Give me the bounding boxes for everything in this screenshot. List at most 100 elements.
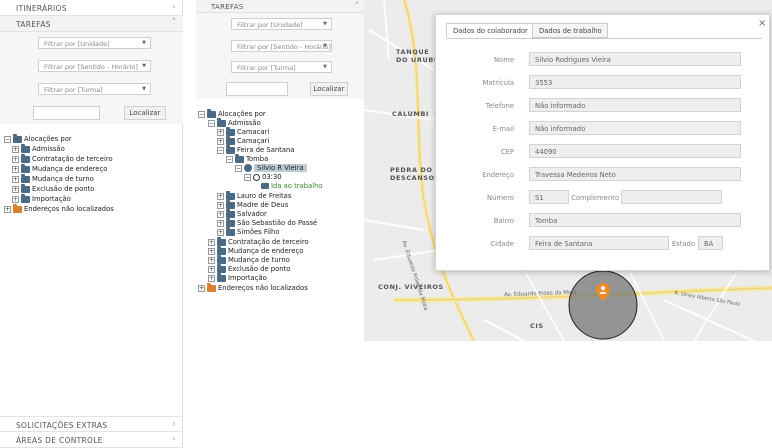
expand-icon[interactable]: +: [208, 238, 215, 246]
mid-tree-simoes[interactable]: + Simões Filho: [217, 226, 280, 237]
expand-icon[interactable]: +: [208, 265, 215, 273]
expand-icon[interactable]: +: [4, 205, 11, 213]
filter-turma-select[interactable]: Filtrar por [Turma] ▼: [38, 83, 151, 95]
dropdown-arrow-icon: ▼: [142, 86, 146, 92]
folder-icon: [21, 153, 30, 163]
field-cidade[interactable]: Feira de Santana: [529, 236, 669, 250]
expand-icon[interactable]: +: [198, 284, 205, 292]
localizar-button[interactable]: Localizar: [124, 106, 166, 120]
close-icon[interactable]: ×: [758, 18, 766, 29]
mid-filter-sentido-select[interactable]: Filtrar por [Sentido - Horário] ▼: [231, 40, 332, 52]
mid-tree-importacao[interactable]: + Importação: [208, 272, 267, 283]
accordion-areas-label: ÁREAS DE CONTROLE: [16, 436, 103, 445]
label-email: E-mail: [492, 125, 514, 133]
mid-tree-trip[interactable]: Ida ao trabalho: [261, 181, 323, 191]
mid-filter-sentido-text: Filtrar por [Sentido - Horário]: [237, 43, 331, 51]
collapse-icon[interactable]: −: [226, 155, 233, 163]
tree-label: Exclusão de ponto: [32, 185, 95, 193]
filter-sentido-select[interactable]: Filtrar por [Sentido - Horário] ▼: [38, 60, 151, 72]
folder-icon: [226, 226, 235, 236]
collapse-icon[interactable]: −: [235, 164, 242, 172]
field-email[interactable]: Não informado: [529, 121, 741, 135]
map-label-do-urubu: DO URUBU: [396, 56, 440, 64]
mid-accordion-tarefas[interactable]: TAREFAS ˆ: [196, 0, 366, 13]
collapse-icon[interactable]: −: [4, 135, 11, 143]
filter-turma-text: Filtrar por [Turma]: [44, 86, 103, 94]
tab-dados-colaborador[interactable]: Dados do colaborador: [446, 23, 534, 38]
folder-icon: [217, 263, 226, 273]
expand-icon[interactable]: +: [208, 247, 215, 255]
expand-icon[interactable]: +: [208, 256, 215, 264]
collapse-icon[interactable]: −: [244, 173, 251, 181]
expand-icon[interactable]: +: [12, 155, 19, 163]
map-label-cis: CIS: [530, 322, 544, 330]
tree-item-nao-localizados[interactable]: + Endereços não localizados: [4, 203, 114, 214]
collapse-icon[interactable]: −: [198, 110, 205, 118]
field-matricula[interactable]: 3553: [529, 75, 741, 89]
tree-item-importacao[interactable]: + Importação: [12, 193, 71, 204]
mid-filter-turma-select[interactable]: Filtrar por [Turma] ▼: [231, 61, 332, 73]
field-numero[interactable]: S1: [529, 190, 569, 204]
expand-icon[interactable]: +: [217, 192, 224, 200]
field-cep[interactable]: 44090: [529, 144, 741, 158]
collapse-icon[interactable]: −: [208, 119, 215, 127]
mid-search-input[interactable]: [226, 82, 288, 96]
label-cidade: Cidade: [490, 240, 514, 248]
expand-icon[interactable]: +: [12, 175, 19, 183]
tab-dados-trabalho[interactable]: Dados de trabalho: [532, 23, 608, 38]
tree-item-mudanca-turno[interactable]: + Mudança de turno: [12, 173, 94, 184]
mid-filter-unidade-select[interactable]: Filtrar por [Unidade] ▼: [231, 18, 332, 30]
field-nome[interactable]: Silvio Rodrigues Vieira: [529, 52, 741, 66]
field-bairro[interactable]: Tomba: [529, 213, 741, 227]
field-telefone[interactable]: Não informado: [529, 98, 741, 112]
folder-icon: [235, 153, 244, 163]
folder-icon: [21, 173, 30, 183]
accordion-solicitacoes[interactable]: SOLICITAÇÕES EXTRAS ›: [0, 416, 183, 432]
expand-icon[interactable]: +: [12, 165, 19, 173]
dropdown-arrow-icon: ▼: [323, 21, 327, 27]
tree-label: Camaçari: [237, 137, 270, 145]
map-marker-icon[interactable]: [596, 283, 610, 301]
expand-icon[interactable]: +: [12, 185, 19, 193]
expand-icon[interactable]: +: [12, 195, 19, 203]
collapse-icon[interactable]: −: [217, 146, 224, 154]
tree-root[interactable]: − Alocações por: [4, 133, 72, 144]
label-cep: CEP: [500, 148, 514, 156]
expand-icon[interactable]: +: [217, 210, 224, 218]
expand-icon[interactable]: +: [217, 137, 224, 145]
field-endereco[interactable]: Travessa Medeiros Neto: [529, 167, 741, 181]
mid-localizar-button[interactable]: Localizar: [310, 82, 348, 96]
accordion-tarefas[interactable]: TAREFAS ˆ: [0, 16, 183, 32]
tree-item-admissao[interactable]: + Admissão: [12, 143, 65, 154]
filter-unidade-select[interactable]: Filtrar por [Unidade] ▼: [38, 37, 151, 49]
folder-icon: [226, 217, 235, 227]
label-estado: Estado: [671, 240, 695, 248]
accordion-itinerarios-label: ITINERÁRIOS: [16, 4, 67, 13]
field-complemento[interactable]: [621, 190, 722, 204]
tree-label: Mudança de turno: [32, 175, 94, 183]
expand-icon[interactable]: +: [217, 228, 224, 236]
field-estado[interactable]: BA: [698, 236, 723, 250]
expand-icon[interactable]: +: [217, 219, 224, 227]
accordion-areas[interactable]: ÁREAS DE CONTROLE ›: [0, 432, 183, 448]
mid-tree-nao-localizados[interactable]: + Endereços não localizados: [198, 282, 308, 293]
tree-label: Feira de Santana: [237, 146, 295, 154]
expand-icon[interactable]: +: [208, 274, 215, 282]
tree-item-mudanca-endereco[interactable]: + Mudança de endereço: [12, 163, 107, 174]
tree-label: Contratação de terceiro: [32, 155, 113, 163]
expand-icon[interactable]: +: [217, 128, 224, 136]
map-label-pedra: PEDRA DO: [390, 166, 433, 174]
chevron-right-icon: ›: [172, 2, 176, 12]
search-input[interactable]: [33, 106, 100, 120]
expand-icon[interactable]: +: [217, 201, 224, 209]
accordion-itinerarios[interactable]: ITINERÁRIOS ›: [0, 0, 183, 16]
tree-label: Ida ao trabalho: [271, 182, 323, 190]
tree-label: Alocações por: [24, 135, 72, 143]
tree-label: Endereços não localizados: [218, 284, 308, 292]
tree-item-exclusao[interactable]: + Exclusão de ponto: [12, 183, 95, 194]
folder-icon: [217, 272, 226, 282]
tree-item-contratacao[interactable]: + Contratação de terceiro: [12, 153, 113, 164]
tree-label: Salvador: [237, 210, 267, 218]
expand-icon[interactable]: +: [12, 145, 19, 153]
tree-label: Endereços não localizados: [24, 205, 114, 213]
